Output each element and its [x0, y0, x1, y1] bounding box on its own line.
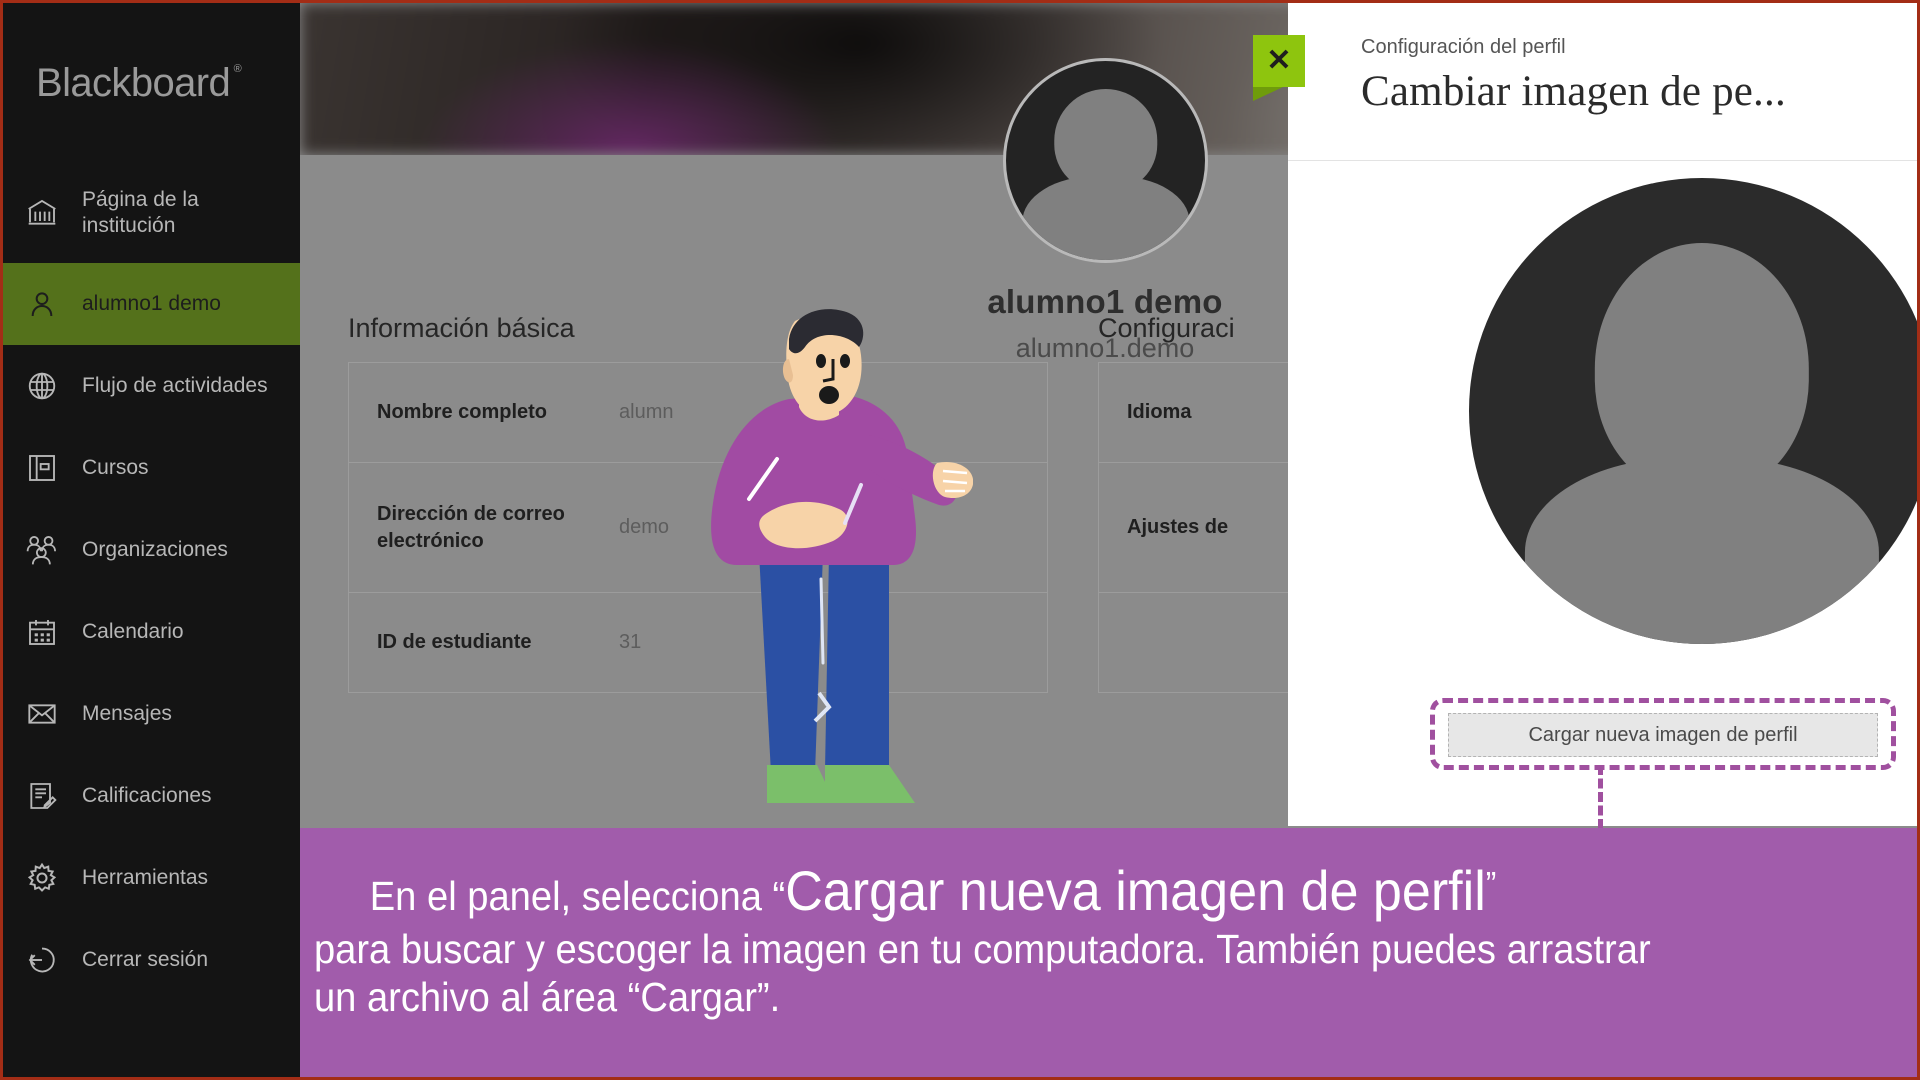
envelope-icon	[23, 698, 61, 730]
globe-icon	[23, 370, 61, 402]
avatar[interactable]	[1003, 58, 1208, 263]
sidebar-item-calendar[interactable]: Calendario	[3, 591, 300, 673]
sidebar-item-tools[interactable]: Herramientas	[3, 837, 300, 919]
change-profile-image-panel: ✕ Configuración del perfil Cambiar image…	[1253, 3, 1917, 826]
sidebar-item-courses[interactable]: Cursos	[3, 427, 300, 509]
annotation-connector-line	[1598, 765, 1603, 829]
sidebar-item-logout[interactable]: Cerrar sesión	[3, 919, 300, 1001]
instruction-caption: En el panel, selecciona “Cargar nueva im…	[300, 828, 1917, 1077]
group-icon	[23, 533, 61, 567]
sidebar-item-grades[interactable]: Calificaciones	[3, 755, 300, 837]
sidebar-item-label: alumno1 demo	[82, 292, 221, 316]
sidebar-item-messages[interactable]: Mensajes	[3, 673, 300, 755]
row-key: ID de estudiante	[377, 631, 532, 653]
panel-breadcrumb: Configuración del perfil	[1361, 36, 1566, 58]
book-icon	[23, 452, 61, 484]
sidebar-item-organizations[interactable]: Organizaciones	[3, 509, 300, 591]
sidebar-item-label: Mensajes	[82, 702, 172, 726]
close-panel-button[interactable]: ✕	[1253, 35, 1305, 101]
close-icon: ✕	[1253, 35, 1305, 87]
sidebar-item-label: Cerrar sesión	[82, 948, 209, 972]
sidebar-item-label: Cursos	[82, 456, 149, 480]
upload-button-label: Cargar nueva imagen de perfil	[1528, 723, 1798, 746]
logo-text: Blackboard	[36, 61, 241, 106]
sidebar-item-label: Flujo de actividades	[82, 374, 268, 398]
caption-line1-emphasis: Cargar nueva imagen de perfil	[785, 859, 1486, 922]
sidebar: Blackboard Página de la institución alum…	[3, 3, 300, 1077]
calendar-icon	[23, 616, 61, 648]
sidebar-item-label: Calendario	[82, 620, 184, 644]
caption-line-1: En el panel, selecciona “Cargar nueva im…	[300, 858, 1804, 925]
caption-line-3: un archivo al área “Cargar”.	[313, 974, 781, 1021]
sidebar-item-label: Organizaciones	[82, 538, 228, 562]
panel-title: Cambiar imagen de pe...	[1361, 68, 1786, 115]
pointing-person-illustration	[711, 309, 973, 803]
blackboard-logo: Blackboard	[3, 3, 300, 163]
sidebar-item-institution-page[interactable]: Página de la institución	[3, 163, 300, 263]
institution-icon	[23, 197, 61, 229]
person-icon	[23, 288, 61, 320]
gradebook-icon	[23, 780, 61, 812]
row-key: Dirección de correo electrónico	[377, 502, 565, 552]
row-value: 31	[619, 631, 642, 653]
caption-line-2: para buscar y escoger la imagen en tu co…	[313, 925, 1651, 972]
panel-header: Configuración del perfil Cambiar imagen …	[1288, 3, 1917, 161]
row-key: Nombre completo	[377, 401, 548, 423]
sidebar-item-label: Página de la institución	[82, 188, 199, 237]
sidebar-item-label: Calificaciones	[82, 784, 212, 808]
gear-icon	[23, 861, 61, 895]
avatar-placeholder-large-icon	[1469, 178, 1917, 644]
caption-line1-post: ”	[1485, 865, 1497, 904]
sidebar-item-alumno1-demo[interactable]: alumno1 demo	[3, 263, 300, 345]
logout-icon	[23, 944, 61, 976]
upload-new-profile-image-button[interactable]: Cargar nueva imagen de perfil	[1448, 713, 1878, 757]
avatar-placeholder-icon	[1003, 58, 1208, 263]
panel-avatar-preview[interactable]	[1469, 178, 1917, 644]
screenshot-frame: alumno1 demo alumno1.demo Información bá…	[0, 0, 1920, 1080]
caption-line1-pre: En el panel, selecciona “	[369, 873, 786, 919]
tab-fold-decoration	[1253, 87, 1283, 101]
sidebar-item-label: Herramientas	[82, 866, 209, 890]
row-value: demo	[619, 516, 670, 538]
sidebar-item-activity-stream[interactable]: Flujo de actividades	[3, 345, 300, 427]
row-value: alumn	[619, 401, 674, 423]
